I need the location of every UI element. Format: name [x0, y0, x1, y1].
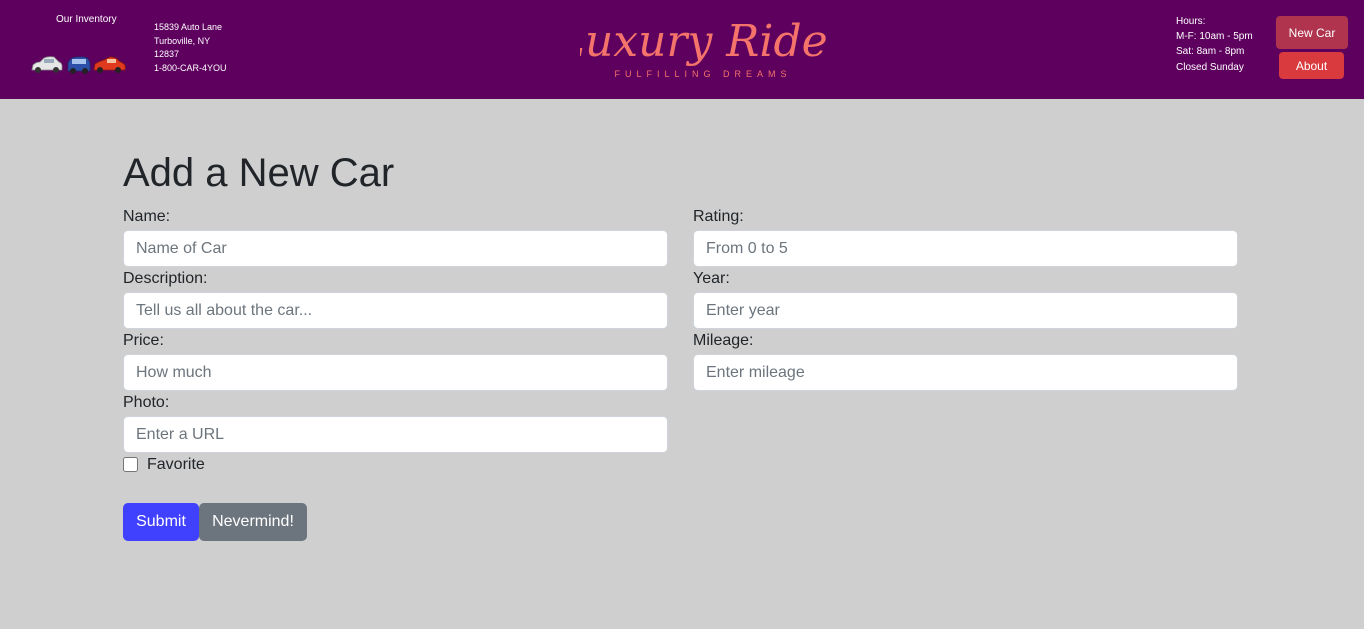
price-input[interactable]	[123, 354, 668, 391]
name-label: Name:	[123, 208, 171, 225]
site-header: Our Inventory 15839 Auto Lane Turboville…	[0, 0, 1364, 99]
mileage-input[interactable]	[693, 354, 1238, 391]
year-input[interactable]	[693, 292, 1238, 329]
business-hours: Hours: M-F: 10am - 5pm Sat: 8am - 8pm Cl…	[1176, 14, 1253, 75]
red-car-icon	[93, 56, 126, 73]
address-street: 15839 Auto Lane	[154, 22, 223, 32]
hours-weekdays: M-F: 10am - 5pm	[1176, 31, 1253, 43]
price-label: Price:	[123, 332, 164, 349]
mileage-label: Mileage:	[693, 332, 754, 349]
year-label: Year:	[693, 270, 730, 287]
photo-input[interactable]	[123, 416, 668, 453]
hours-saturday: Sat: 8am - 8pm	[1176, 46, 1245, 58]
address-city: Turboville, NY	[154, 35, 211, 46]
luxury-rides-logo[interactable]: Luxury Rides FULFILLING DREAMS	[580, 6, 826, 82]
blue-car-icon	[67, 56, 91, 74]
favorite-checkbox[interactable]	[123, 457, 138, 472]
favorite-label: Favorite	[147, 456, 205, 473]
inventory-label: Our Inventory	[56, 14, 117, 25]
white-car-icon	[31, 56, 63, 73]
inventory-cars-icon[interactable]	[30, 52, 126, 76]
description-label: Description:	[123, 270, 208, 287]
hours-title: Hours:	[1176, 16, 1206, 27]
rating-label: Rating:	[693, 208, 744, 225]
submit-button[interactable]: Submit	[123, 503, 199, 541]
logo-wordmark: Luxury Rides	[580, 16, 826, 67]
page-title: Add a New Car	[123, 151, 395, 195]
new-car-button[interactable]: New Car	[1276, 16, 1348, 49]
rating-input[interactable]	[693, 230, 1238, 267]
hours-sunday: Closed Sunday	[1176, 61, 1244, 73]
logo-tagline: FULFILLING DREAMS	[614, 69, 791, 79]
address-phone: 1-800-CAR-4YOU	[154, 63, 227, 74]
about-button[interactable]: About	[1279, 52, 1344, 79]
photo-label: Photo:	[123, 394, 170, 411]
nevermind-button[interactable]: Nevermind!	[199, 503, 307, 541]
dealer-address: 15839 Auto Lane Turboville, NY 12837 1-8…	[154, 21, 227, 76]
address-zip: 12837	[154, 49, 180, 60]
description-input[interactable]	[123, 292, 668, 329]
name-input[interactable]	[123, 230, 668, 267]
